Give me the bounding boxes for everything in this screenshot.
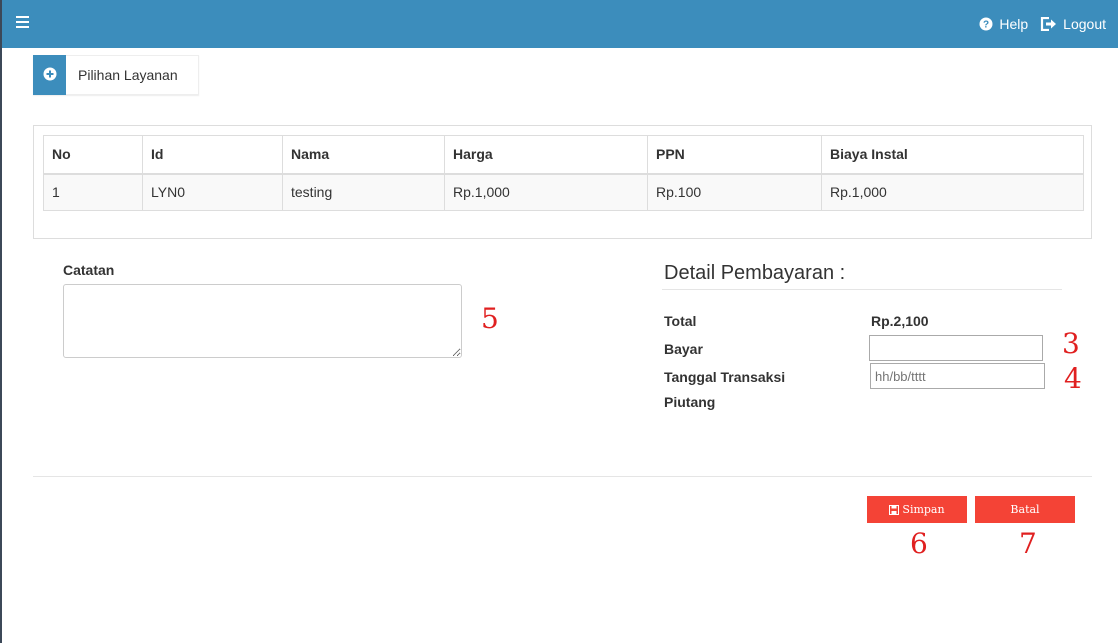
payment-title-divider — [662, 289, 1062, 290]
floppy-disk-icon — [889, 504, 900, 515]
cell-nama: testing — [282, 173, 445, 211]
annotation-7: 7 — [1019, 527, 1037, 560]
help-label: Help — [999, 16, 1029, 32]
cell-biaya-instal: Rp.1,000 — [821, 173, 1084, 211]
save-label: Simpan — [902, 503, 945, 516]
menu-toggle-icon[interactable] — [16, 16, 29, 28]
svg-text:?: ? — [983, 20, 989, 31]
bayar-label: Bayar — [664, 341, 703, 357]
annotation-6: 6 — [910, 527, 928, 560]
navbar-right: ? Help Logout — [967, 0, 1106, 48]
annotation-3: 3 — [1062, 327, 1080, 360]
notes-label: Catatan — [63, 262, 115, 278]
header-biaya-instal: Biaya Instal — [821, 135, 1084, 175]
total-label: Total — [664, 313, 697, 329]
logout-label: Logout — [1063, 16, 1106, 32]
cell-id: LYN0 — [142, 173, 283, 211]
payment-detail-title: Detail Pembayaran : — [664, 262, 846, 284]
help-link[interactable]: ? Help — [979, 16, 1028, 32]
annotation-5: 5 — [481, 302, 499, 335]
annotation-4: 4 — [1064, 362, 1082, 395]
header-nama: Nama — [282, 135, 445, 175]
save-button[interactable]: Simpan — [867, 496, 967, 523]
service-icon-box — [33, 55, 66, 95]
header-harga: Harga — [444, 135, 648, 175]
total-value: Rp.2,100 — [871, 313, 929, 329]
cell-no: 1 — [43, 173, 143, 211]
transaction-date-input[interactable] — [870, 363, 1045, 389]
cancel-label: Batal — [1010, 503, 1040, 516]
cancel-button[interactable]: Batal — [975, 496, 1075, 523]
sign-out-icon — [1040, 17, 1057, 31]
cell-ppn: Rp.100 — [647, 173, 822, 211]
service-choice-button[interactable]: Pilihan Layanan — [33, 55, 199, 95]
header-ppn: PPN — [647, 135, 822, 175]
question-circle-icon: ? — [979, 17, 993, 31]
section-divider — [33, 476, 1092, 477]
notes-textarea[interactable] — [63, 284, 462, 358]
service-table-panel: No Id Nama Harga PPN Biaya Instal 1 LYN0… — [33, 125, 1092, 239]
bayar-input[interactable] — [869, 335, 1043, 361]
table-header-row: No Id Nama Harga PPN Biaya Instal — [43, 135, 1084, 175]
header-no: No — [43, 135, 143, 175]
logout-link[interactable]: Logout — [1040, 16, 1106, 32]
plus-circle-icon — [43, 67, 57, 84]
piutang-label: Piutang — [664, 394, 716, 410]
cell-harga: Rp.1,000 — [444, 173, 648, 211]
transaction-date-label: Tanggal Transaksi — [664, 369, 786, 385]
table-row: 1 LYN0 testing Rp.1,000 Rp.100 Rp.1,000 — [43, 173, 1084, 211]
service-choice-label: Pilihan Layanan — [78, 67, 178, 83]
top-navbar: ? Help Logout — [2, 0, 1118, 48]
service-table: No Id Nama Harga PPN Biaya Instal 1 LYN0… — [43, 135, 1084, 211]
header-id: Id — [142, 135, 283, 175]
